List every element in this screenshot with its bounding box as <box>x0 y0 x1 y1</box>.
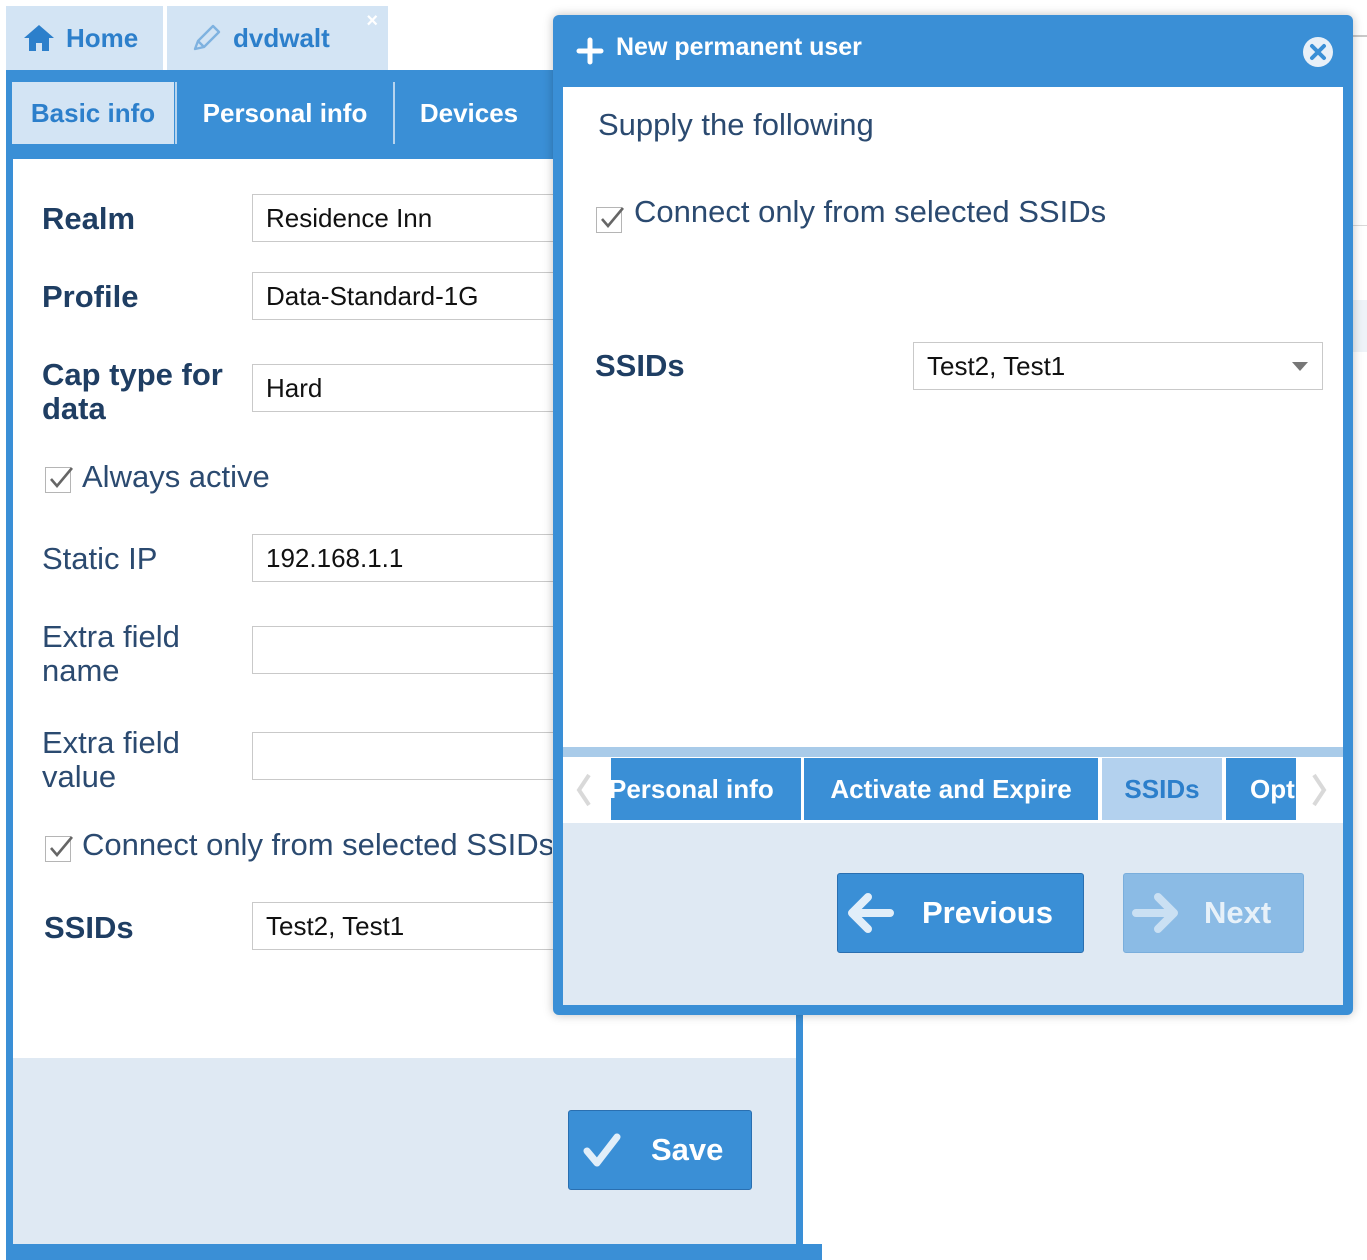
profile-field[interactable]: Data-Standard-1G <box>252 272 562 320</box>
connect-ssid-label: Connect only from selected SSIDs <box>82 828 552 862</box>
tab-personal-info[interactable]: Personal info <box>175 82 393 144</box>
static-ip-field[interactable]: 192.168.1.1 <box>252 534 562 582</box>
wizard-tab-personal-info-label: Personal info <box>611 773 774 804</box>
dialog-body: Supply the following Connect only from s… <box>563 87 1343 747</box>
profile-label: Profile <box>42 279 139 314</box>
cap-type-label-line2: data <box>42 391 106 426</box>
background-divider <box>1353 225 1367 226</box>
scroll-left-icon[interactable] <box>575 773 593 812</box>
arrow-left-icon <box>846 893 894 933</box>
tab-home[interactable]: Home <box>6 6 163 70</box>
tab-devices-label: Devices <box>419 97 519 128</box>
wizard-tab-optional[interactable]: Opt <box>1226 758 1296 820</box>
wizard-tab-activate-expire[interactable]: Activate and Expire <box>804 758 1098 820</box>
realm-field[interactable]: Residence Inn <box>252 194 562 242</box>
wizard-tab-strip <box>563 747 1343 757</box>
home-icon <box>22 23 56 53</box>
cap-type-field[interactable]: Hard <box>252 364 562 412</box>
connect-ssid-checkbox[interactable] <box>45 836 73 862</box>
checkmark-icon <box>50 467 73 489</box>
extra-field-name-label: Extra field name <box>42 620 180 688</box>
ssids-select-value: Test2, Test1 <box>927 350 1066 381</box>
close-icon[interactable]: × <box>366 10 378 33</box>
tab-devices[interactable]: Devices <box>393 82 543 144</box>
tab-basic-info[interactable]: Basic info <box>12 82 174 144</box>
ssids-select[interactable]: Test2, Test1 <box>913 342 1323 390</box>
tab-basic-info-label: Basic info <box>30 97 156 128</box>
previous-button[interactable]: Previous <box>837 873 1084 953</box>
check-icon <box>583 1131 621 1169</box>
dialog-connect-ssid-label: Connect only from selected SSIDs <box>634 195 1107 229</box>
dialog-ssids-label: SSIDs <box>595 348 685 383</box>
wizard-tab-personal-info[interactable]: Personal info <box>611 758 801 820</box>
wizard-tab-optional-label: Opt <box>1250 773 1295 804</box>
ssids-field[interactable]: Test2, Test1 <box>252 902 562 950</box>
background-divider <box>1353 35 1367 37</box>
extra-field-name-line1: Extra field <box>42 619 180 654</box>
arrow-right-icon <box>1132 893 1180 933</box>
ssids-label: SSIDs <box>44 910 134 945</box>
realm-label: Realm <box>42 201 136 236</box>
dialog-title: New permanent user <box>616 33 862 61</box>
extra-field-value-line2: value <box>42 759 117 794</box>
pencil-icon <box>189 23 223 53</box>
extra-field-value-input[interactable] <box>252 732 562 780</box>
extra-field-name-line2: name <box>42 653 120 688</box>
new-user-dialog: New permanent user Supply the following … <box>553 15 1353 1015</box>
cap-type-label-line1: Cap type for <box>42 357 223 392</box>
tab-user-label: dvdwalt <box>233 22 330 53</box>
instruction-text: Supply the following <box>598 107 874 142</box>
chevron-down-icon[interactable] <box>1292 362 1308 371</box>
previous-label: Previous <box>922 895 1053 930</box>
checkmark-icon <box>50 836 73 858</box>
save-button[interactable]: Save <box>568 1110 752 1190</box>
static-ip-label: Static IP <box>42 541 158 576</box>
extra-field-name-input[interactable] <box>252 626 562 674</box>
always-active-label: Always active <box>82 460 270 494</box>
next-button[interactable]: Next <box>1123 873 1304 953</box>
close-icon[interactable] <box>1301 35 1335 74</box>
wizard-tab-ssids[interactable]: SSIDs <box>1102 758 1222 820</box>
background-row <box>1353 300 1367 352</box>
tab-personal-info-label: Personal info <box>202 97 368 128</box>
next-label: Next <box>1204 895 1272 930</box>
tab-user-dvdwalt[interactable]: dvdwalt × <box>167 6 388 70</box>
save-label: Save <box>651 1132 724 1167</box>
wizard-tab-activate-expire-label: Activate and Expire <box>830 773 1072 804</box>
dialog-connect-ssid-checkbox[interactable] <box>596 207 624 233</box>
cap-type-label: Cap type for data <box>42 358 223 426</box>
plus-icon <box>576 37 604 70</box>
extra-field-value-label: Extra field value <box>42 726 180 794</box>
tab-home-label: Home <box>66 22 139 53</box>
extra-field-value-line1: Extra field <box>42 725 180 760</box>
always-active-checkbox[interactable] <box>45 467 73 493</box>
wizard-tab-ssids-label: SSIDs <box>1124 773 1200 804</box>
checkmark-icon <box>601 207 624 229</box>
panel-bottom-border <box>6 1244 822 1260</box>
scroll-right-icon[interactable] <box>1310 773 1328 812</box>
